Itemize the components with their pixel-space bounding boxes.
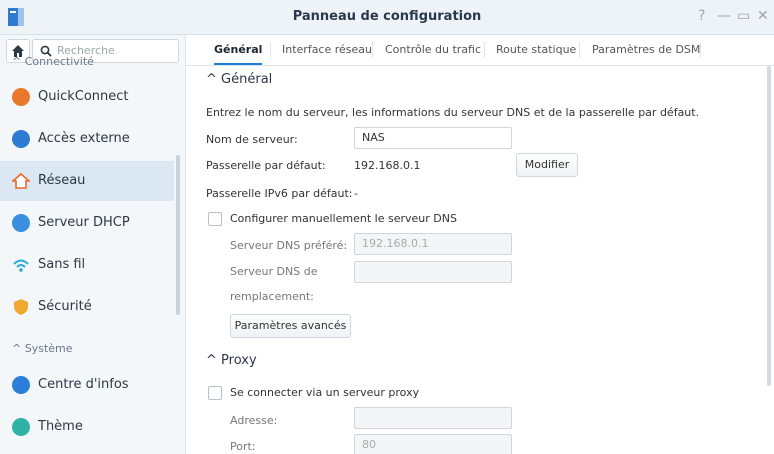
info-icon bbox=[12, 376, 30, 394]
close-icon[interactable]: ✕ bbox=[757, 8, 769, 24]
section-heading: Général bbox=[221, 72, 273, 87]
sidebar-item-label: Sécurité bbox=[38, 299, 92, 314]
section-systeme[interactable]: ^ Système bbox=[12, 342, 73, 355]
sidebar-item-acces-externe[interactable]: Accès externe bbox=[0, 119, 174, 159]
tab-bar: Général Interface réseau Contrôle du tra… bbox=[186, 35, 774, 66]
server-name-value: NAS bbox=[362, 131, 385, 144]
sidebar-item-theme[interactable]: Thème bbox=[0, 407, 174, 447]
advanced-settings-button[interactable]: Paramètres avancés bbox=[230, 314, 351, 338]
chevron-up-icon: ^ bbox=[206, 353, 217, 368]
dhcp-icon bbox=[12, 214, 30, 232]
tab-general[interactable]: Général bbox=[214, 35, 263, 65]
chevron-up-icon: ^ bbox=[12, 55, 22, 68]
section-proxy[interactable]: ^ Proxy bbox=[206, 353, 257, 368]
sidebar-item-sans-fil[interactable]: Sans fil bbox=[0, 245, 174, 285]
manual-dns-label: Configurer manuellement le serveur DNS bbox=[230, 212, 457, 225]
sidebar-item-label: Serveur DHCP bbox=[38, 215, 130, 230]
proxy-address-label: Adresse: bbox=[230, 414, 278, 427]
chevron-up-icon: ^ bbox=[206, 72, 217, 87]
sidebar-item-quickconnect[interactable]: QuickConnect bbox=[0, 77, 174, 117]
tab-interface-reseau[interactable]: Interface réseau bbox=[282, 35, 372, 65]
network-house-icon bbox=[12, 172, 30, 189]
quickconnect-icon bbox=[12, 88, 30, 106]
tab-parametres-dsm[interactable]: Paramètres de DSM bbox=[592, 35, 700, 65]
manual-dns-checkbox[interactable] bbox=[208, 212, 222, 226]
palette-icon bbox=[12, 418, 30, 436]
maximize-icon[interactable]: ▭ bbox=[737, 8, 750, 24]
chevron-up-icon: ^ bbox=[12, 342, 22, 355]
section-general[interactable]: ^ Général bbox=[206, 72, 272, 87]
general-intro: Entrez le nom du serveur, les informatio… bbox=[206, 106, 700, 119]
section-connectivite[interactable]: ^ Connectivité bbox=[12, 55, 94, 68]
tab-controle-trafic[interactable]: Contrôle du trafic bbox=[385, 35, 481, 65]
preferred-dns-label: Serveur DNS préféré: bbox=[230, 239, 348, 252]
proxy-port-label: Port: bbox=[230, 440, 256, 453]
section-label: Connectivité bbox=[24, 55, 94, 68]
content-scrollbar[interactable] bbox=[767, 66, 771, 386]
sidebar-item-label: Thème bbox=[38, 419, 83, 434]
proxy-checkbox[interactable] bbox=[208, 386, 222, 400]
sidebar: Recherche ^ Connectivité QuickConnect Ac… bbox=[0, 35, 186, 454]
sidebar-item-securite[interactable]: Sécurité bbox=[0, 287, 174, 327]
tab-divider bbox=[700, 42, 701, 58]
preferred-dns-field[interactable]: 192.168.0.1 bbox=[354, 233, 512, 255]
globe-icon bbox=[12, 130, 30, 148]
sidebar-scrollbar[interactable] bbox=[176, 155, 180, 315]
sidebar-item-label: Accès externe bbox=[38, 131, 130, 146]
title-bar: Panneau de configuration ? — ▭ ✕ bbox=[0, 0, 774, 35]
tab-divider bbox=[484, 42, 485, 58]
proxy-port-value: 80 bbox=[362, 438, 376, 451]
section-heading: Proxy bbox=[221, 353, 257, 368]
proxy-port-field[interactable]: 80 bbox=[354, 434, 512, 454]
sidebar-item-reseau[interactable]: Réseau bbox=[0, 161, 174, 201]
wifi-icon bbox=[13, 259, 29, 272]
help-icon[interactable]: ? bbox=[698, 8, 705, 24]
gateway-label: Passerelle par défaut: bbox=[206, 159, 326, 172]
server-name-field[interactable]: NAS bbox=[354, 127, 512, 149]
minimize-icon[interactable]: — bbox=[717, 8, 731, 24]
preferred-dns-value: 192.168.0.1 bbox=[362, 237, 429, 250]
window-title: Panneau de configuration bbox=[292, 9, 482, 24]
sidebar-item-label: Centre d'infos bbox=[38, 377, 129, 392]
section-label: Système bbox=[24, 342, 73, 355]
shield-icon bbox=[14, 299, 28, 315]
sidebar-item-serveur-dhcp[interactable]: Serveur DHCP bbox=[0, 203, 174, 243]
alt-dns-label-line2: remplacement: bbox=[230, 290, 314, 303]
sidebar-item-label: Réseau bbox=[38, 173, 86, 188]
sidebar-item-label: Sans fil bbox=[38, 257, 86, 272]
sidebar-item-label: QuickConnect bbox=[38, 89, 129, 104]
server-name-label: Nom de serveur: bbox=[206, 133, 298, 146]
tab-divider bbox=[579, 42, 580, 58]
sidebar-item-centre-infos[interactable]: Centre d'infos bbox=[0, 365, 174, 405]
proxy-address-field[interactable] bbox=[354, 407, 512, 429]
alt-dns-field[interactable] bbox=[354, 261, 512, 283]
modify-button[interactable]: Modifier bbox=[516, 153, 578, 177]
alt-dns-label-line1: Serveur DNS de bbox=[230, 265, 318, 278]
ipv6-gateway-value: - bbox=[354, 187, 358, 200]
proxy-connect-label: Se connecter via un serveur proxy bbox=[230, 386, 420, 399]
ipv6-gateway-label: Passerelle IPv6 par défaut: bbox=[206, 187, 353, 200]
tab-divider bbox=[270, 42, 271, 58]
tab-divider bbox=[372, 42, 373, 58]
tab-route-statique[interactable]: Route statique bbox=[496, 35, 576, 65]
gateway-value: 192.168.0.1 bbox=[354, 159, 421, 172]
main-content: ^ Général Entrez le nom du serveur, les … bbox=[186, 66, 774, 454]
